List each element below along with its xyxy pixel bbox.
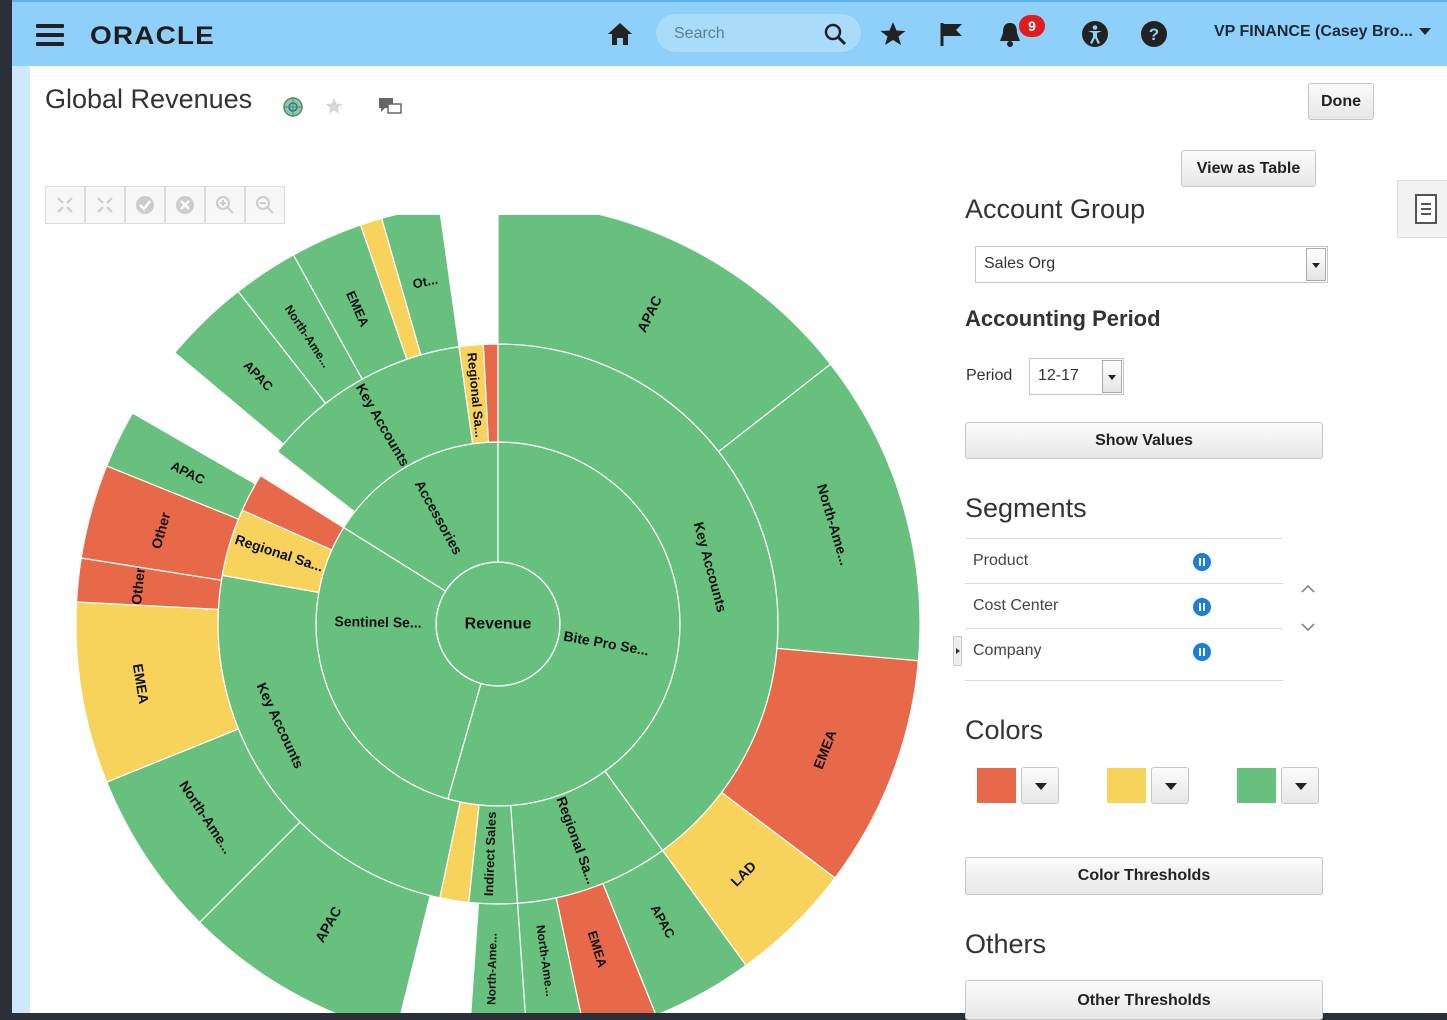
color-thresholds-button[interactable]: Color Thresholds bbox=[965, 857, 1323, 895]
other-thresholds-button[interactable]: Other Thresholds bbox=[965, 980, 1323, 1020]
done-button[interactable]: Done bbox=[1308, 83, 1374, 120]
move-up-icon[interactable] bbox=[1300, 583, 1316, 595]
period-label: Period bbox=[966, 367, 1013, 384]
period-value: 12-17 bbox=[1038, 367, 1079, 384]
favorites-star-icon[interactable] bbox=[878, 19, 908, 49]
flag-icon[interactable] bbox=[936, 19, 966, 49]
green-color-swatch[interactable] bbox=[1237, 768, 1276, 803]
colors-title: Colors bbox=[965, 715, 1044, 745]
sunburst-center-label: Revenue bbox=[465, 616, 532, 633]
sunburst-label: North-Ame... bbox=[484, 933, 499, 1005]
search-input[interactable] bbox=[672, 22, 812, 46]
pause-icon[interactable] bbox=[1193, 553, 1211, 571]
hamburger-menu-icon[interactable] bbox=[36, 24, 64, 46]
segment-row[interactable]: Company bbox=[965, 628, 1283, 681]
accessibility-icon[interactable] bbox=[1080, 19, 1110, 49]
chevron-down-icon[interactable] bbox=[1281, 767, 1319, 804]
segment-label: Product bbox=[973, 552, 1029, 569]
discussions-icon[interactable] bbox=[377, 96, 403, 118]
period-select[interactable]: 12-17 bbox=[1029, 358, 1124, 395]
pause-icon[interactable] bbox=[1193, 598, 1211, 616]
account-group-title: Account Group bbox=[965, 194, 1146, 224]
notification-count-badge[interactable]: 9 bbox=[1019, 15, 1045, 37]
chevron-down-icon[interactable] bbox=[1021, 767, 1059, 804]
side-panel-tab[interactable] bbox=[1397, 180, 1447, 238]
move-down-icon[interactable] bbox=[1300, 621, 1316, 633]
account-group-value: Sales Org bbox=[984, 255, 1056, 272]
left-edge-strip bbox=[12, 66, 30, 1013]
favorite-star-icon[interactable] bbox=[324, 96, 344, 116]
search-icon[interactable] bbox=[823, 22, 847, 46]
document-list-icon bbox=[1415, 194, 1437, 224]
view-as-table-button[interactable]: View as Table bbox=[1181, 150, 1316, 187]
sunburst-label: Sentinel Se... bbox=[334, 613, 421, 631]
oracle-logo[interactable]: ORACLE bbox=[90, 22, 215, 51]
top-navigation-bar: ORACLE 9 ? VP FINANCE (Casey Bro... bbox=[12, 0, 1447, 66]
chevron-down-icon[interactable] bbox=[1151, 767, 1189, 804]
svg-text:?: ? bbox=[1149, 25, 1159, 44]
help-icon[interactable]: ? bbox=[1139, 19, 1169, 49]
account-group-select[interactable]: Sales Org bbox=[975, 246, 1328, 283]
accounting-period-title: Accounting Period bbox=[965, 306, 1161, 331]
chevron-down-icon bbox=[1418, 28, 1431, 36]
globe-icon[interactable] bbox=[282, 96, 304, 118]
segment-label: Cost Center bbox=[973, 597, 1059, 614]
user-menu[interactable]: VP FINANCE (Casey Bro... bbox=[1214, 23, 1431, 41]
revenue-sunburst-chart[interactable]: RevenueAccessoriesBite Pro Se...Sentinel… bbox=[30, 215, 935, 1013]
others-title: Others bbox=[965, 929, 1047, 959]
yellow-color-swatch[interactable] bbox=[1107, 768, 1146, 803]
segment-row[interactable]: Product bbox=[965, 538, 1283, 583]
search-box bbox=[655, 13, 862, 53]
show-values-button[interactable]: Show Values bbox=[965, 422, 1323, 459]
pause-icon[interactable] bbox=[1193, 643, 1211, 661]
sunburst-label: Indirect Sales bbox=[481, 811, 499, 896]
expand-handle[interactable] bbox=[953, 636, 962, 666]
chevron-down-icon[interactable] bbox=[1306, 248, 1326, 281]
segment-label: Company bbox=[973, 642, 1042, 659]
segments-title: Segments bbox=[965, 493, 1087, 523]
chevron-right-icon bbox=[956, 648, 960, 654]
red-color-swatch[interactable] bbox=[977, 768, 1016, 803]
home-icon[interactable] bbox=[606, 21, 634, 47]
segment-row[interactable]: Cost Center bbox=[965, 583, 1283, 628]
page-title: Global Revenues bbox=[45, 84, 253, 114]
chevron-down-icon[interactable] bbox=[1102, 360, 1122, 393]
